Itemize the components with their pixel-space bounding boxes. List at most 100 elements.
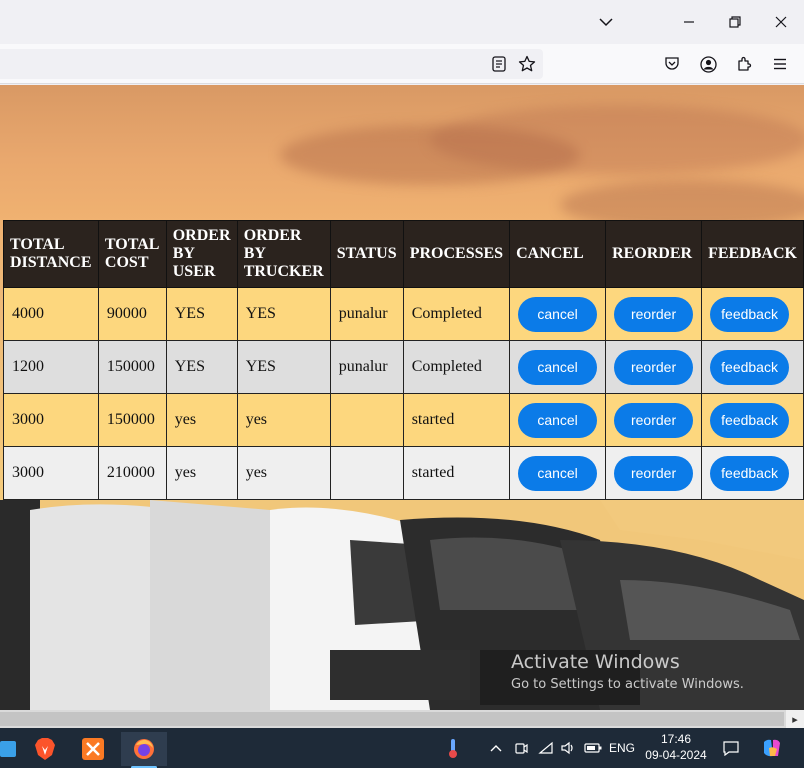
process-cell: started [402,393,511,447]
table-row: 4000 90000 YES YES punalur Completed can… [3,287,804,341]
column-header: TOTAL DISTANCE [3,220,99,288]
minimize-icon[interactable] [674,8,704,36]
feedback-button[interactable]: feedback [710,402,790,438]
firefox-taskbar-icon[interactable] [121,732,167,768]
table-row: 3000 210000 yes yes started cancel reord… [3,446,804,500]
browser-titlebar [0,0,804,44]
notifications-icon[interactable] [720,728,742,768]
reorder-cell: reorder [605,446,703,500]
table-header-row: TOTAL DISTANCE TOTAL COST ORDER BY USER … [3,220,804,288]
column-header: STATUS [329,220,404,288]
distance-cell: 4000 [3,287,99,341]
table-row: 1200 150000 YES YES punalur Completed ca… [3,340,804,394]
cancel-button[interactable]: cancel [518,349,598,385]
watermark-subtitle: Go to Settings to activate Windows. [511,677,744,692]
watermark-title: Activate Windows [511,651,680,673]
process-cell: started [402,446,511,500]
status-cell [329,446,404,500]
file-explorer-icon[interactable] [0,732,26,766]
column-header: ORDER BY TRUCKER [236,220,331,288]
cancel-button[interactable]: cancel [518,296,598,332]
close-icon[interactable] [766,8,796,36]
status-cell: punalur [329,340,404,394]
scrollbar-thumb[interactable] [0,712,784,726]
meet-now-icon[interactable] [510,728,532,768]
order-by-trucker-cell: YES [236,287,331,341]
order-by-user-cell: YES [165,287,238,341]
feedback-cell: feedback [701,446,804,500]
reorder-cell: reorder [605,340,703,394]
menu-icon[interactable] [768,52,792,76]
language-indicator[interactable]: ENG [606,728,638,768]
reorder-button[interactable]: reorder [614,402,694,438]
status-cell: punalur [329,287,404,341]
cancel-button[interactable]: cancel [518,455,598,491]
page-viewport: TOTAL DISTANCE TOTAL COST ORDER BY USER … [0,85,804,710]
reorder-cell: reorder [605,393,703,447]
order-by-user-cell: YES [165,340,238,394]
volume-icon[interactable] [557,728,579,768]
table-row: 3000 150000 yes yes started cancel reord… [3,393,804,447]
cost-cell: 150000 [97,393,167,447]
reorder-cell: reorder [605,287,703,341]
column-header: ORDER BY USER [165,220,238,288]
order-by-user-cell: yes [165,393,238,447]
list-all-tabs-icon[interactable] [591,8,621,36]
temperature-icon[interactable] [441,728,465,768]
cost-cell: 150000 [97,340,167,394]
cancel-cell: cancel [509,340,607,394]
column-header: PROCESSES [402,220,511,288]
reorder-button[interactable]: reorder [614,349,694,385]
scroll-right-icon[interactable]: ▸ [786,710,804,728]
cancel-cell: cancel [509,287,607,341]
process-cell: Completed [402,287,511,341]
column-header: REORDER [605,220,703,288]
column-header: CANCEL [509,220,607,288]
horizontal-scrollbar[interactable]: ▸ [0,710,804,728]
feedback-button[interactable]: feedback [710,296,790,332]
brave-browser-icon[interactable] [25,732,65,766]
feedback-button[interactable]: feedback [710,349,790,385]
reader-view-icon[interactable] [487,52,511,76]
bookmark-star-icon[interactable] [515,52,539,76]
reorder-button[interactable]: reorder [614,296,694,332]
pocket-icon[interactable] [660,52,684,76]
distance-cell: 3000 [3,446,99,500]
column-header: FEEDBACK [701,220,804,288]
orders-table: TOTAL DISTANCE TOTAL COST ORDER BY USER … [3,220,804,500]
restore-icon[interactable] [720,8,750,36]
process-cell: Completed [402,340,511,394]
cancel-cell: cancel [509,393,607,447]
wifi-icon[interactable] [535,728,557,768]
feedback-button[interactable]: feedback [710,455,790,491]
taskbar-clock[interactable]: 17:46 09-04-2024 [640,731,712,763]
order-by-user-cell: yes [165,446,238,500]
copilot-icon[interactable] [760,728,784,768]
order-by-trucker-cell: yes [236,446,331,500]
cancel-cell: cancel [509,446,607,500]
status-cell [329,393,404,447]
show-hidden-icons-icon[interactable] [486,728,506,768]
distance-cell: 3000 [3,393,99,447]
clock-time: 17:46 [660,732,692,746]
cancel-button[interactable]: cancel [518,402,598,438]
cost-cell: 210000 [97,446,167,500]
windows-taskbar: ENG 17:46 09-04-2024 [0,728,804,768]
cost-cell: 90000 [97,287,167,341]
battery-icon[interactable] [582,728,604,768]
account-icon[interactable] [696,52,720,76]
order-by-trucker-cell: yes [236,393,331,447]
url-bar[interactable] [0,49,543,79]
order-by-trucker-cell: YES [236,340,331,394]
column-header: TOTAL COST [97,220,167,288]
clock-date: 09-04-2024 [645,748,707,762]
browser-navbar [0,44,804,84]
activate-windows-watermark: Activate Windows Go to Settings to activ… [511,651,744,692]
cloud-shape [430,105,804,175]
xampp-icon[interactable] [73,732,113,766]
feedback-cell: feedback [701,287,804,341]
reorder-button[interactable]: reorder [614,455,694,491]
distance-cell: 1200 [3,340,99,394]
extensions-icon[interactable] [732,52,756,76]
feedback-cell: feedback [701,340,804,394]
